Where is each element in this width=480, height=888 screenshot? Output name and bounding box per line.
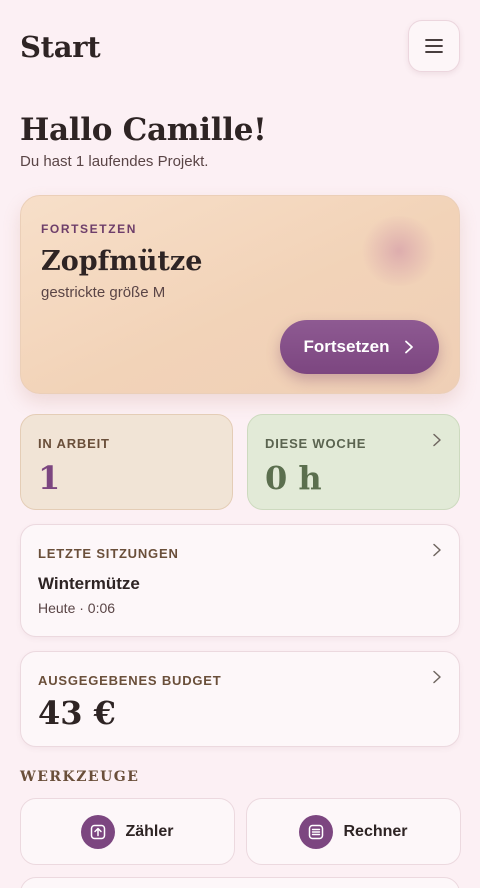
top-bar: Start: [20, 20, 460, 72]
session-name: Wintermütze: [38, 574, 140, 593]
chevron-right-icon: [405, 340, 414, 354]
stat-in-progress-label: IN ARBEIT: [38, 436, 110, 451]
recent-sessions-card[interactable]: LETZTE SITZUNGEN Wintermütze Heute · 0:0…: [20, 524, 460, 637]
calculator-icon: [299, 814, 334, 849]
continue-button-label: Fortsetzen: [303, 337, 390, 356]
chevron-right-icon: [433, 433, 441, 447]
tools-section-title: WERKZEUGE: [20, 769, 140, 785]
page-title: Start: [20, 30, 101, 64]
calculator-tool-label: Rechner: [343, 822, 408, 840]
greeting-title: Hallo Camille!: [20, 112, 267, 148]
chevron-right-icon: [433, 670, 441, 684]
project-detail: gestrickte größe M: [41, 284, 166, 301]
continue-project-card[interactable]: FORTSETZEN Zopfmütze gestrickte größe M …: [20, 195, 460, 394]
session-meta: Heute · 0:06: [38, 600, 116, 616]
partial-tool-card[interactable]: [20, 877, 460, 888]
stat-this-week[interactable]: DIESE WOCHE 0 h: [247, 414, 460, 510]
greeting-subtitle: Du hast 1 laufendes Projekt.: [20, 153, 209, 170]
menu-button[interactable]: [408, 20, 460, 72]
chevron-right-icon: [433, 543, 441, 557]
budget-label: AUSGEGEBENES BUDGET: [38, 673, 222, 688]
project-name: Zopfmütze: [41, 246, 203, 277]
decorative-glow: [359, 216, 439, 286]
continue-button[interactable]: Fortsetzen: [280, 320, 439, 374]
budget-value: 43 €: [38, 694, 116, 732]
hero-eyebrow: FORTSETZEN: [41, 222, 137, 236]
stat-in-progress[interactable]: IN ARBEIT 1: [20, 414, 233, 510]
stat-this-week-value: 0 h: [265, 459, 322, 497]
counter-tool-button[interactable]: Zähler: [20, 798, 235, 865]
counter-tool-label: Zähler: [125, 822, 174, 840]
counter-icon: [81, 814, 116, 849]
recent-sessions-label: LETZTE SITZUNGEN: [38, 546, 179, 561]
menu-icon: [425, 39, 443, 53]
budget-card[interactable]: AUSGEGEBENES BUDGET 43 €: [20, 651, 460, 747]
calculator-tool-button[interactable]: Rechner: [246, 798, 461, 865]
stat-in-progress-value: 1: [38, 459, 61, 497]
stat-this-week-label: DIESE WOCHE: [265, 436, 367, 451]
